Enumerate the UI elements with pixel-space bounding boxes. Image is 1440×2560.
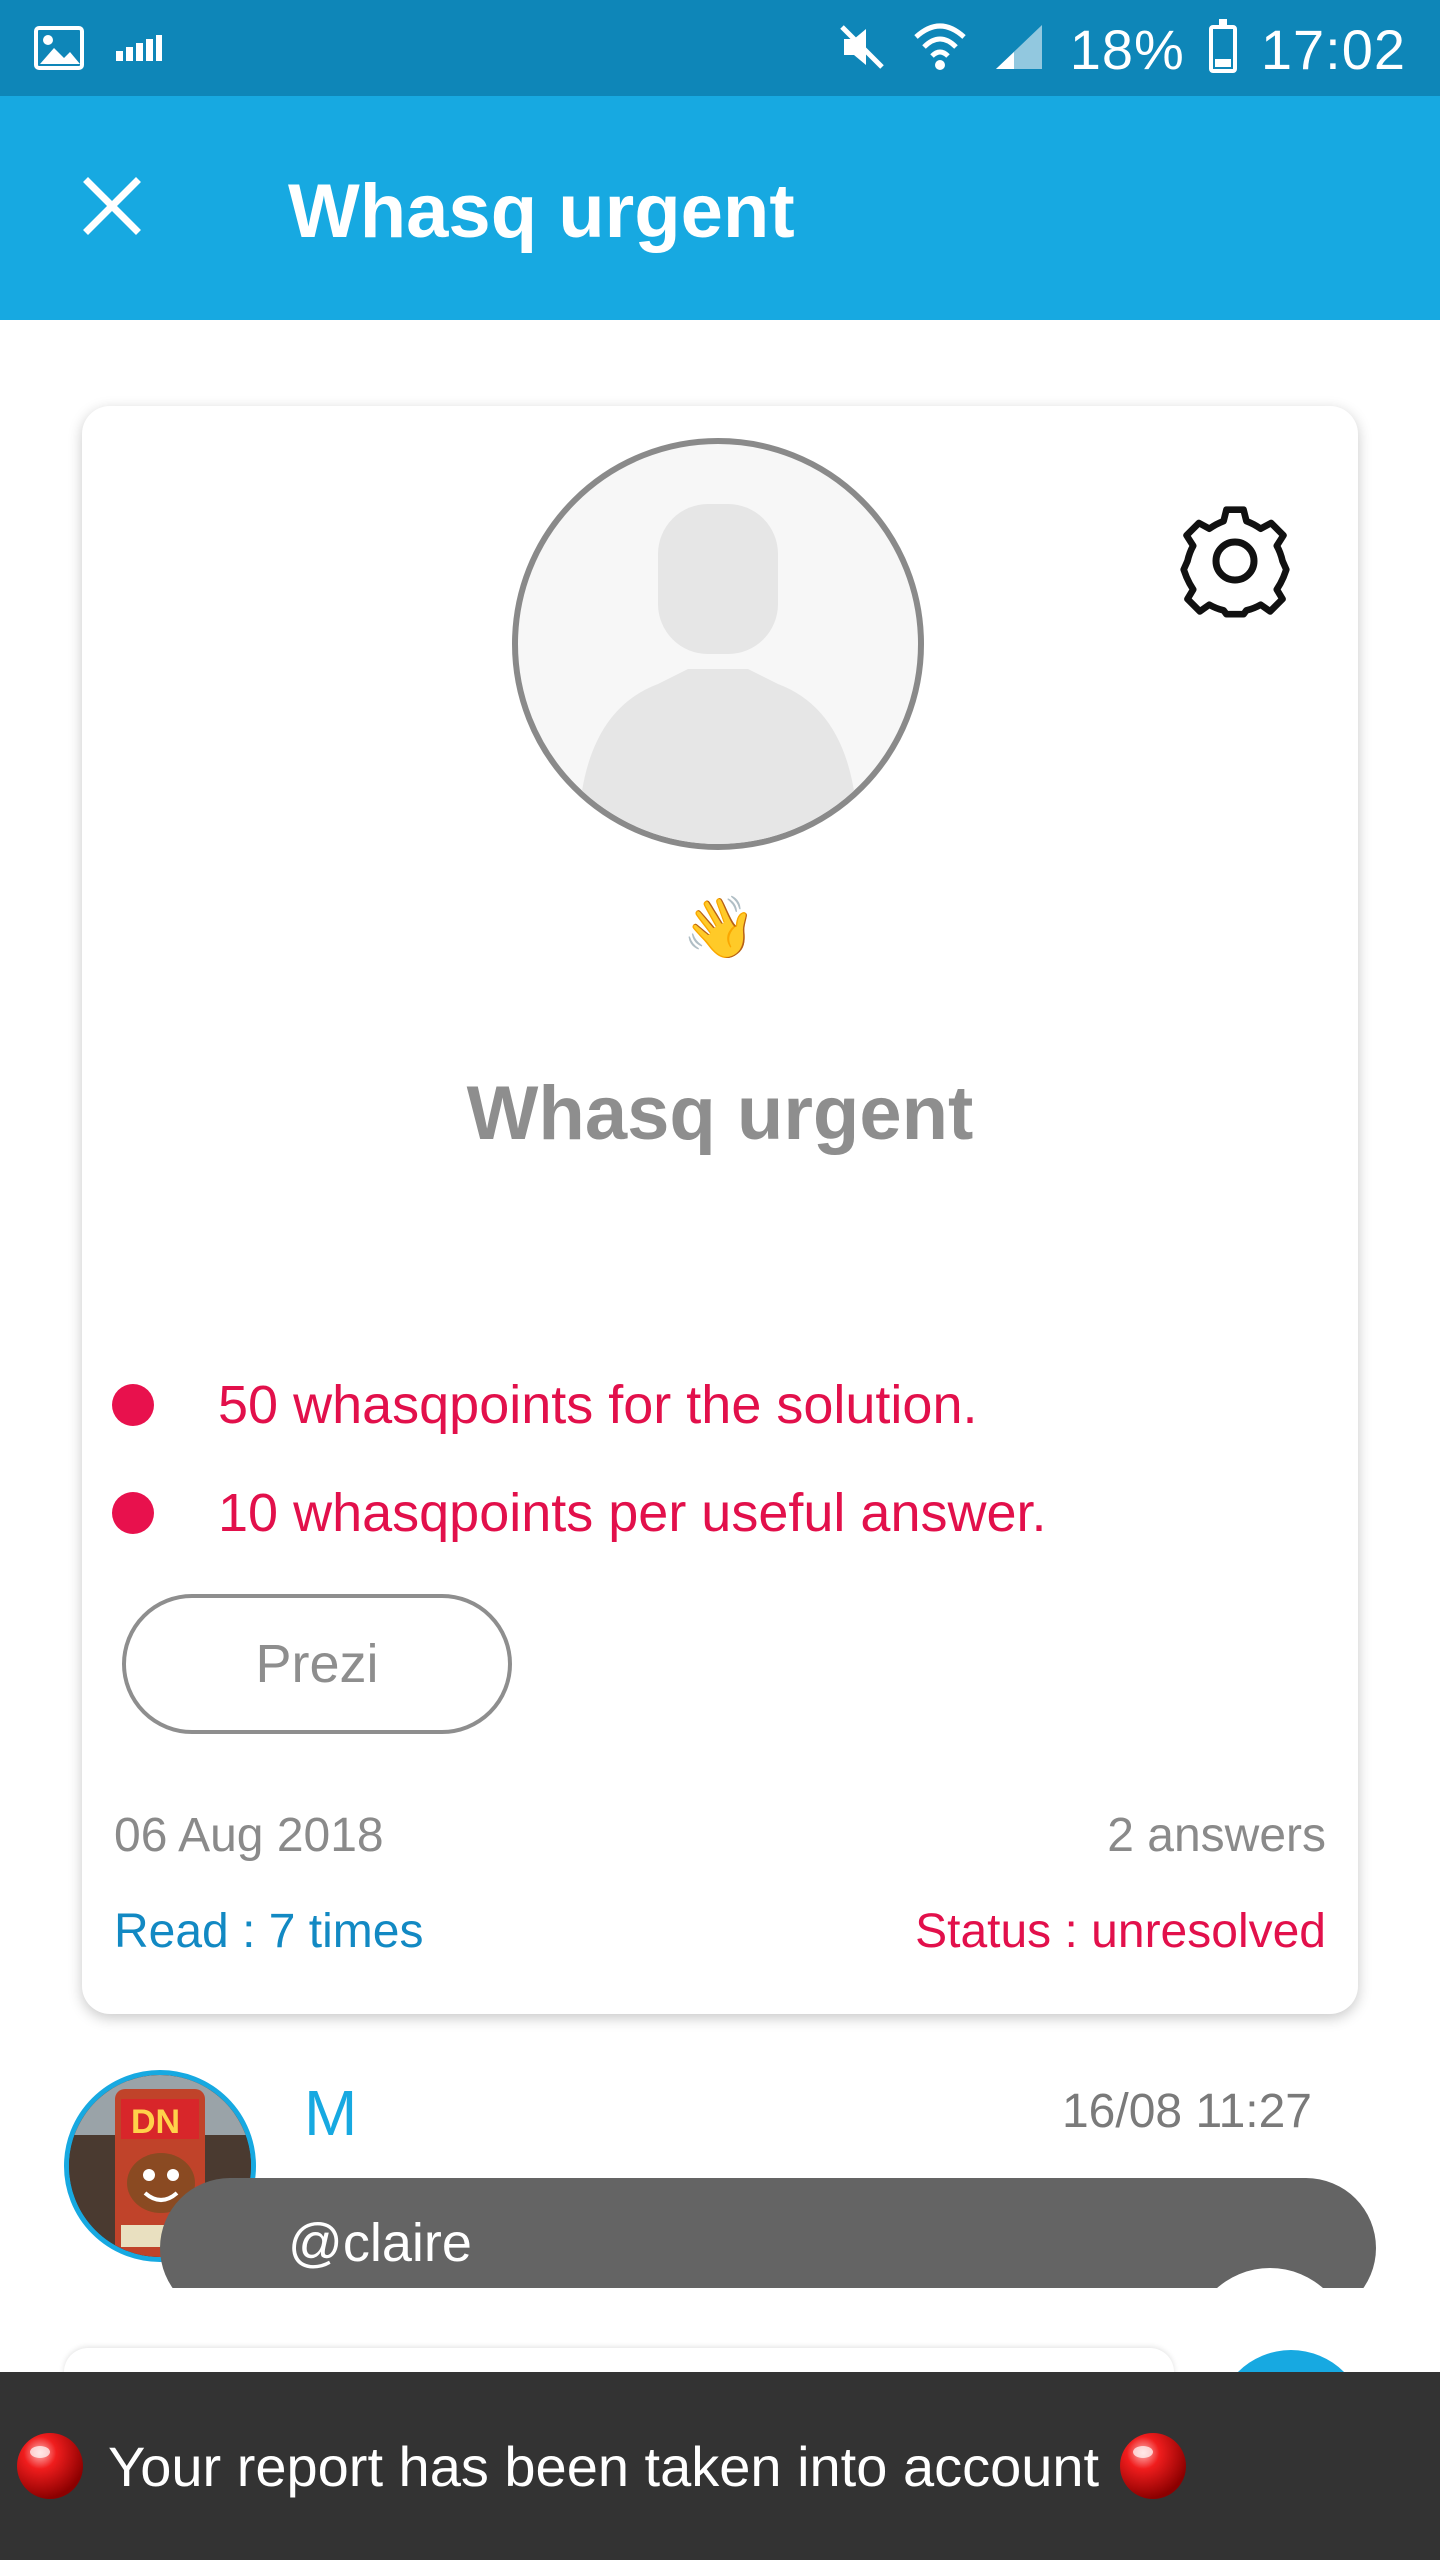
- red-ball-icon: [17, 2433, 83, 2499]
- snackbar-message: Your report has been taken into account: [108, 2434, 1100, 2498]
- wifi-icon: [912, 21, 968, 78]
- status-bar: 18% 17:02: [0, 0, 1440, 96]
- cell-signal-icon: [992, 21, 1046, 78]
- close-icon: [83, 177, 141, 235]
- answers-count[interactable]: 2 answers: [1107, 1808, 1326, 1863]
- reward-item: 50 whasqpoints for the solution.: [112, 1374, 977, 1436]
- gear-icon: [1180, 506, 1290, 618]
- red-ball-icon: [1120, 2433, 1187, 2499]
- default-avatar-icon: [578, 504, 858, 844]
- read-count: Read : 7 times: [114, 1905, 424, 1958]
- clock: 17:02: [1260, 17, 1406, 81]
- question-date: 06 Aug 2018: [114, 1809, 384, 1862]
- message-time: 16/08 11:27: [1061, 2085, 1312, 2138]
- reward-text: 10 whasqpoints per useful answer.: [218, 1483, 1047, 1543]
- page-title: Whasq urgent: [288, 169, 795, 254]
- tag-button[interactable]: Prezi: [122, 1594, 512, 1734]
- reward-text: 50 whasqpoints for the solution.: [218, 1375, 978, 1435]
- message-author[interactable]: M: [304, 2076, 357, 2150]
- mute-icon: [836, 21, 888, 78]
- svg-text:DN: DN: [131, 2103, 180, 2141]
- message-text: @claire: [288, 2213, 472, 2273]
- bullet-icon: [112, 1384, 154, 1426]
- close-button[interactable]: [60, 154, 164, 258]
- battery-percent: 18%: [1069, 17, 1185, 81]
- image-icon: [34, 26, 84, 75]
- question-card: 👋 Whasq urgent 50 whasqpoints for the so…: [82, 406, 1358, 2014]
- battery-icon: [1208, 19, 1237, 73]
- avatar[interactable]: [512, 438, 924, 850]
- wave-emoji: 👋: [682, 894, 757, 961]
- app-bar: Whasq urgent: [0, 96, 1440, 320]
- settings-button[interactable]: [1172, 498, 1298, 624]
- status-text: Status : unresolved: [915, 1905, 1326, 1958]
- message-bubble[interactable]: @claire: [160, 2178, 1376, 2288]
- question-title: Whasq urgent: [466, 1071, 974, 1156]
- bullet-icon: [112, 1492, 154, 1534]
- snackbar: Your report has been taken into account: [0, 2372, 1440, 2560]
- reward-item: 10 whasqpoints per useful answer.: [112, 1482, 1047, 1544]
- signal-bars-icon: [114, 33, 164, 68]
